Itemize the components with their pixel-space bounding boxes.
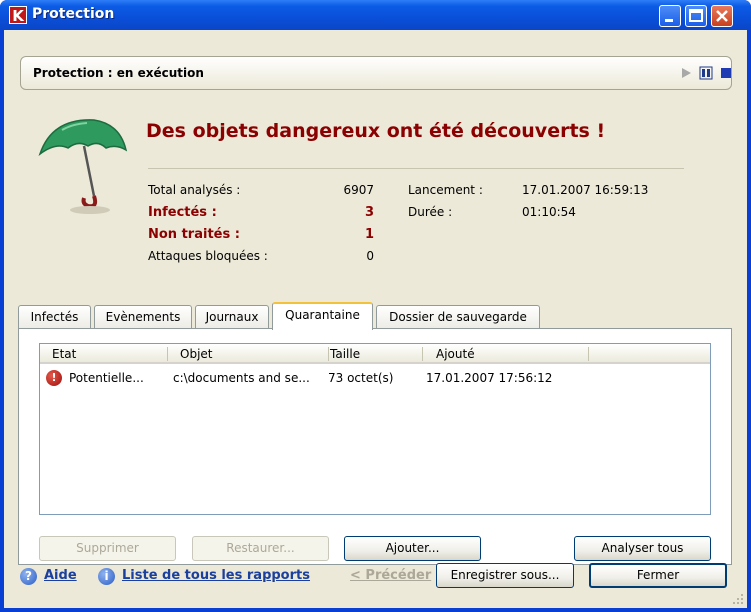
protection-status-text: Protection : en exécution <box>33 66 204 80</box>
list-header: Etat Objet Taille Ajouté <box>40 344 710 364</box>
cell-ajoute: 17.01.2007 17:56:12 <box>426 371 553 385</box>
column-separator[interactable] <box>167 347 168 361</box>
tab-dossier-sauvegarde[interactable]: Dossier de sauvegarde <box>376 305 540 329</box>
launch-value: 17.01.2007 16:59:13 <box>522 183 649 197</box>
blocked-attacks-label: Attaques bloquées : <box>148 249 268 263</box>
minimize-icon <box>665 19 673 22</box>
duration-label: Durée : <box>408 205 453 219</box>
resize-grip-icon[interactable] <box>732 593 744 605</box>
help-link[interactable]: Aide <box>44 568 77 583</box>
add-button[interactable]: Ajouter... <box>344 536 481 561</box>
info-icon[interactable]: i <box>98 568 115 585</box>
quarantine-list[interactable]: Etat Objet Taille Ajouté ! Potentielle..… <box>39 343 711 515</box>
cell-taille: 73 octet(s) <box>328 371 394 385</box>
maximize-button[interactable] <box>685 5 707 27</box>
maximize-icon <box>689 9 703 22</box>
launch-label: Lancement : <box>408 183 483 197</box>
tab-quarantaine[interactable]: Quarantaine <box>272 302 373 330</box>
divider <box>148 168 684 169</box>
untreated-value: 1 <box>364 227 374 242</box>
scan-all-button[interactable]: Analyser tous <box>574 536 711 561</box>
play-icon[interactable] <box>679 66 693 80</box>
column-header-etat[interactable]: Etat <box>52 347 76 361</box>
delete-button[interactable]: Supprimer <box>39 536 176 561</box>
infected-label: Infectés : <box>148 205 217 220</box>
stop-icon[interactable] <box>719 66 733 80</box>
protection-status-bar: Protection : en exécution <box>20 56 732 90</box>
column-separator[interactable] <box>422 347 423 361</box>
previous-link[interactable]: < Précéder <box>350 568 438 583</box>
duration-value: 01:10:54 <box>522 205 576 219</box>
cell-etat: Potentielle... <box>69 371 144 385</box>
kaspersky-logo-icon: K <box>9 6 27 25</box>
umbrella-logo-icon <box>38 119 128 214</box>
untreated-label: Non traités : <box>148 227 240 242</box>
tab-evenements[interactable]: Evènements <box>94 305 192 329</box>
column-header-ajoute[interactable]: Ajouté <box>436 347 475 361</box>
minimize-button[interactable] <box>659 5 681 27</box>
pause-icon[interactable] <box>699 66 713 80</box>
table-row[interactable]: ! Potentielle... c:\documents and se... … <box>40 368 710 388</box>
restore-button[interactable]: Restaurer... <box>192 536 329 561</box>
column-header-objet[interactable]: Objet <box>180 347 212 361</box>
window-title: Protection <box>32 6 115 22</box>
tab-journaux[interactable]: Journaux <box>195 305 269 329</box>
total-analyzed-label: Total analysés : <box>148 183 241 197</box>
infected-value: 3 <box>364 205 374 220</box>
close-icon <box>716 10 728 22</box>
cell-objet: c:\documents and se... <box>173 371 310 385</box>
close-dialog-button[interactable]: Fermer <box>589 563 727 588</box>
column-header-taille[interactable]: Taille <box>330 347 360 361</box>
column-separator[interactable] <box>328 347 329 361</box>
tab-infectes[interactable]: Infectés <box>18 305 91 329</box>
blocked-attacks-value: 0 <box>366 249 374 263</box>
help-icon[interactable]: ? <box>20 568 37 585</box>
close-button[interactable] <box>711 5 733 27</box>
alert-icon: ! <box>46 370 62 386</box>
column-separator[interactable] <box>588 347 589 361</box>
quarantine-panel: Etat Objet Taille Ajouté ! Potentielle..… <box>18 328 732 565</box>
all-reports-link[interactable]: Liste de tous les rapports <box>122 568 310 583</box>
danger-headline: Des objets dangereux ont été découverts … <box>146 120 606 142</box>
total-analyzed-value: 6907 <box>343 183 374 197</box>
window-client-area: Protection : en exécution Des objets dan… <box>4 30 747 608</box>
protection-window: K Protection Protection : en exécution D… <box>0 0 751 612</box>
title-bar[interactable]: K Protection <box>0 0 751 30</box>
save-as-button[interactable]: Enregistrer sous... <box>436 563 574 588</box>
